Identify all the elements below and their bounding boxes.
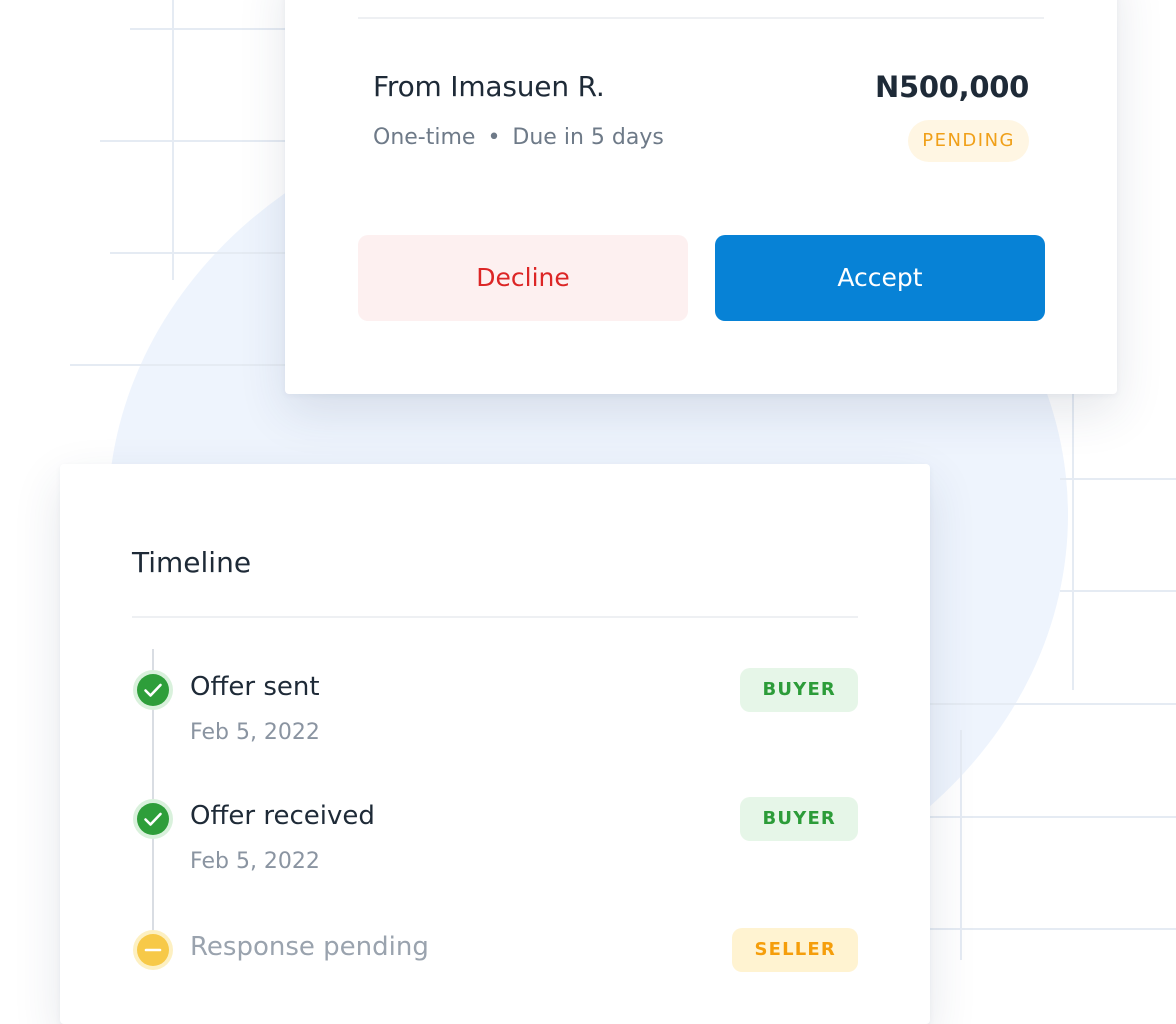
offer-sender: From Imasuen R. <box>373 70 605 103</box>
grid-line <box>100 140 290 142</box>
timeline-card: Timeline Offer sent Feb 5, 2022 BUYER Of… <box>60 464 930 1024</box>
status-badge: PENDING <box>908 120 1029 162</box>
grid-line <box>930 928 1176 930</box>
grid-line <box>70 364 290 366</box>
offer-details: One-time • Due in 5 days <box>373 125 664 150</box>
grid-line <box>1072 390 1074 690</box>
accept-button[interactable]: Accept <box>715 235 1045 321</box>
grid-line <box>1060 590 1176 592</box>
grid-line <box>1060 478 1176 480</box>
grid-line <box>172 0 174 280</box>
decline-button[interactable]: Decline <box>358 235 688 321</box>
offer-amount: N500,000 <box>875 70 1029 104</box>
grid-line <box>110 252 290 254</box>
timeline-item-date: Feb 5, 2022 <box>190 849 320 874</box>
timeline-item-label: Response pending <box>190 932 429 962</box>
timeline-item-label: Offer received <box>190 801 375 831</box>
timeline-item: Offer sent Feb 5, 2022 BUYER <box>132 664 858 764</box>
grid-line <box>130 28 290 30</box>
offer-card: From Imasuen R. N500,000 One-time • Due in… <box>285 0 1117 394</box>
role-badge: BUYER <box>740 797 858 841</box>
timeline-item-date: Feb 5, 2022 <box>190 720 320 745</box>
offer-frequency: One-time <box>373 125 476 150</box>
offer-due-date: Due in 5 days <box>512 125 664 150</box>
timeline-item-label: Offer sent <box>190 672 320 702</box>
role-badge: SELLER <box>732 928 858 972</box>
separator-dot: • <box>487 125 501 150</box>
check-circle-icon <box>132 798 174 840</box>
minus-circle-icon <box>132 929 174 971</box>
grid-line <box>930 816 1176 818</box>
grid-line <box>960 730 962 960</box>
check-circle-icon <box>132 669 174 711</box>
timeline-divider <box>132 616 858 618</box>
timeline-item: Response pending SELLER <box>132 924 858 1024</box>
timeline-title: Timeline <box>132 546 252 579</box>
offer-card-divider <box>358 17 1044 19</box>
role-badge: BUYER <box>740 668 858 712</box>
timeline-item: Offer received Feb 5, 2022 BUYER <box>132 793 858 893</box>
grid-line <box>930 703 1176 705</box>
